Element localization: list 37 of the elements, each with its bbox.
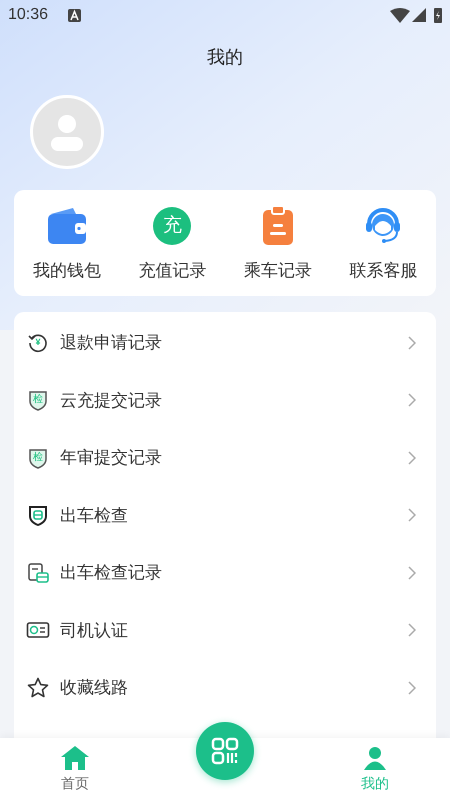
quick-action[interactable]: 联系客服 (330, 190, 436, 296)
shield-icon: 检 (27, 389, 49, 412)
scan-button[interactable] (196, 722, 254, 780)
battery-icon (434, 7, 442, 23)
shield-bus-icon (27, 504, 49, 526)
quick-action[interactable]: 我的钱包 (14, 190, 120, 296)
status-time: 10:36 (8, 5, 48, 25)
menu-item[interactable]: 检 年审提交记录 (14, 429, 436, 486)
chevron-right-icon (408, 336, 416, 350)
chevron-right-icon (408, 450, 416, 465)
clipboard-bus-icon (26, 560, 50, 585)
menu-item[interactable]: ¥ 退款申请记录 (14, 314, 436, 372)
menu-item[interactable]: 出车检查记录 (14, 544, 436, 602)
chevron-right-icon (408, 680, 416, 695)
chevron-right-icon (408, 393, 416, 408)
id-card-icon (26, 620, 50, 640)
recharge-icon: 充 (153, 207, 192, 245)
menu-item[interactable]: 收藏线路 (14, 659, 436, 716)
menu-item[interactable]: 检 云充提交记录 (14, 372, 436, 429)
chevron-right-icon (408, 623, 416, 638)
nav-tab[interactable]: 首页 (0, 738, 150, 800)
page-title: 我的 (207, 46, 243, 69)
chevron-right-icon (408, 508, 416, 522)
star-icon (26, 676, 50, 700)
wifi-icon (390, 8, 410, 22)
menu-item[interactable]: 出车检查 (14, 486, 436, 544)
clipboard-icon (260, 205, 295, 247)
notification-icon (68, 8, 82, 22)
home-icon (60, 744, 90, 770)
shield-icon: 检 (27, 446, 49, 469)
quick-action[interactable]: 乘车记录 (225, 190, 330, 296)
chevron-right-icon (408, 566, 416, 580)
quick-action[interactable]: 充 充值记录 (120, 190, 225, 296)
menu-item[interactable]: 司机认证 (14, 602, 436, 659)
person-icon (362, 744, 388, 770)
signal-icon (412, 8, 426, 22)
qr-code-icon (211, 737, 239, 765)
